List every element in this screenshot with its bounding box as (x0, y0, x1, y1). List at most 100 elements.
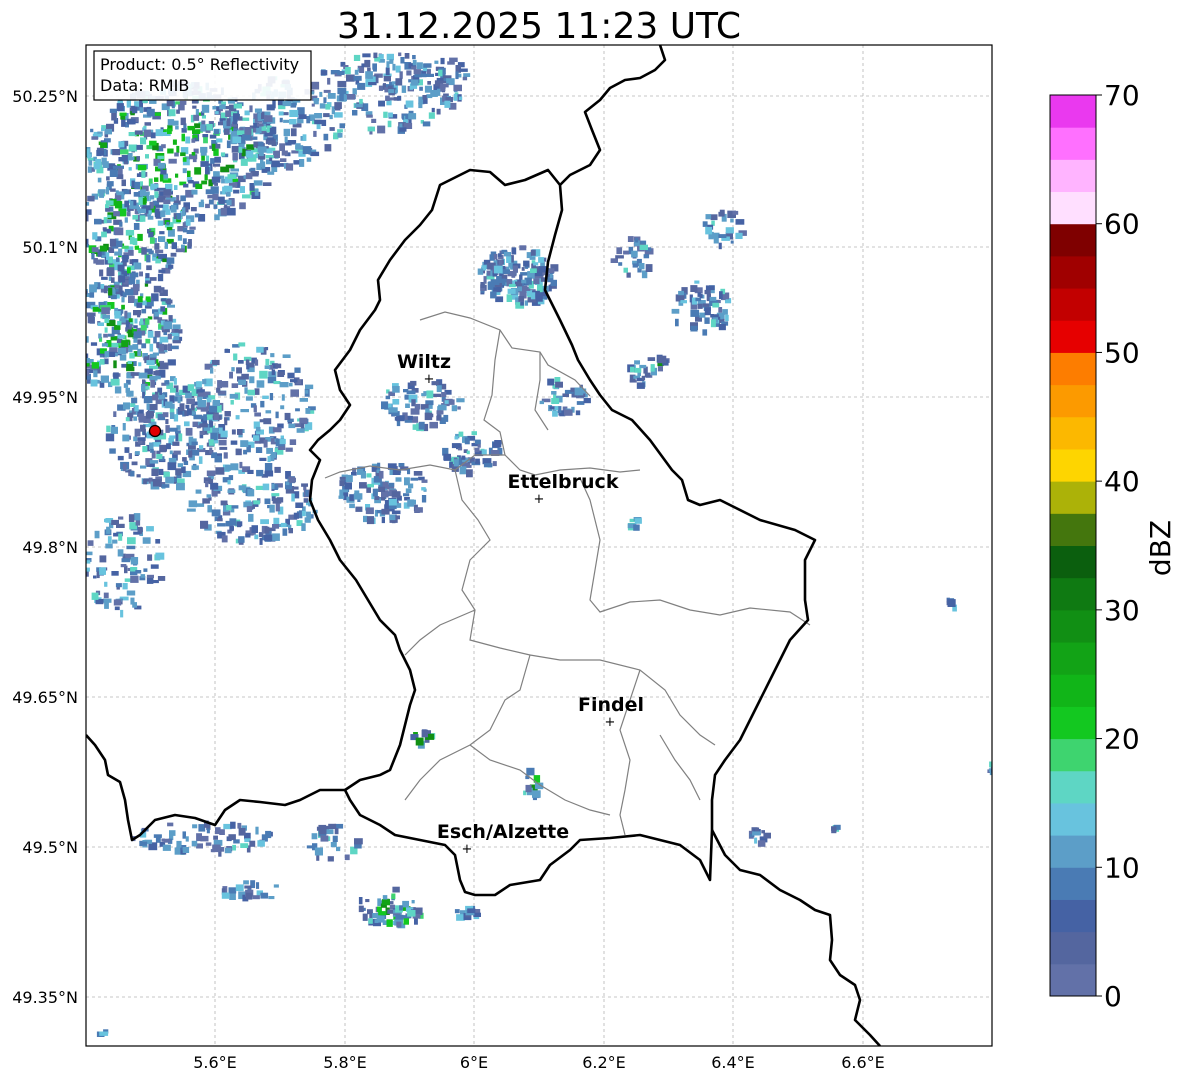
echo-cell (253, 113, 258, 119)
echo-cell (229, 518, 237, 526)
echo-cell (238, 379, 246, 385)
echo-cell (175, 173, 179, 178)
echo-cell (280, 405, 285, 410)
echo-cell (281, 394, 285, 401)
echo-cell (150, 564, 159, 569)
echo-cell (259, 370, 268, 379)
echo-cell (704, 307, 711, 316)
echo-cell (149, 442, 154, 450)
echo-cell (147, 554, 153, 561)
echo-cell (246, 364, 250, 370)
echo-cell (91, 247, 99, 253)
colorbar-swatch (1050, 963, 1096, 997)
echo-cell (170, 252, 177, 257)
echo-cell (365, 899, 370, 903)
echo-cell (128, 318, 133, 323)
echo-cell (718, 234, 727, 238)
echo-cell (163, 199, 171, 204)
echo-cell (337, 129, 343, 133)
echo-cell (196, 503, 205, 507)
echo-cell (191, 465, 199, 470)
echo-cell (225, 110, 231, 117)
data-source-label: Data: RMIB (100, 76, 189, 95)
echo-cell (278, 111, 284, 116)
y-tick-label: 49.95°N (12, 388, 78, 407)
echo-cell (207, 505, 212, 513)
echo-cell (227, 174, 237, 179)
echo-cell (255, 426, 261, 432)
echo-cell (430, 90, 438, 97)
echo-cell (355, 506, 363, 512)
echo-cell (134, 181, 140, 190)
echo-cell (127, 267, 131, 274)
echo-cell (235, 415, 240, 420)
echo-cell (327, 77, 331, 85)
echo-cell (831, 826, 837, 834)
echo-cell (106, 526, 111, 534)
echo-cell (141, 308, 147, 314)
echo-cell (149, 343, 154, 352)
echo-cell (166, 227, 173, 231)
echo-cell (507, 288, 516, 294)
echo-cell (168, 158, 177, 164)
echo-cell (207, 194, 217, 199)
echo-cell (186, 398, 195, 405)
echo-cell (246, 892, 253, 900)
echo-cell (283, 128, 290, 137)
echo-cell (98, 333, 102, 339)
echo-cell (388, 407, 398, 413)
echo-cell (137, 233, 143, 241)
echo-cell (492, 461, 497, 467)
echo-cell (467, 908, 476, 914)
echo-cell (104, 581, 108, 587)
echo-cell (75, 329, 79, 337)
echo-cell (100, 142, 108, 148)
echo-cell (206, 494, 211, 498)
echo-cell (623, 267, 628, 273)
echo-cell (404, 53, 410, 59)
echo-cell (127, 412, 134, 418)
echo-cell (702, 329, 708, 336)
echo-cell (421, 393, 427, 397)
echo-cell (530, 292, 536, 300)
echo-cell (233, 353, 238, 361)
echo-cell (167, 822, 174, 827)
echo-cell (391, 893, 396, 900)
y-axis-ticks: 50.25°N 50.1°N 49.95°N 49.8°N 49.65°N 49… (12, 87, 78, 1007)
echo-cell (154, 177, 159, 182)
echo-cell (374, 496, 380, 500)
echo-cell (90, 128, 94, 133)
echo-cell (518, 296, 525, 302)
echo-cell (285, 447, 293, 452)
echo-cell (153, 479, 162, 487)
echo-cell (288, 528, 293, 534)
echo-cell (124, 310, 128, 319)
echo-cell (143, 129, 151, 137)
echo-cell (150, 195, 155, 200)
echo-cell (239, 186, 245, 193)
echo-cell (388, 89, 395, 94)
echo-cell (120, 609, 124, 618)
echo-cell (265, 410, 272, 414)
echo-cell (160, 298, 167, 302)
echo-cell (172, 139, 177, 145)
echo-cell (104, 351, 110, 358)
echo-cell (504, 252, 511, 257)
echo-cell (128, 295, 135, 303)
echo-cell (97, 177, 102, 183)
echo-cell (384, 87, 389, 93)
echo-cell (154, 311, 159, 317)
echo-cell (164, 380, 170, 385)
echo-cell (133, 331, 142, 339)
echo-cell (244, 885, 252, 889)
colorbar-swatch (1050, 481, 1096, 514)
echo-cell (87, 540, 94, 546)
echo-cell (483, 276, 487, 284)
echo-cell (639, 364, 647, 369)
echo-cell (427, 81, 431, 85)
echo-cell (151, 468, 159, 476)
echo-cell (210, 367, 214, 374)
colorbar-tick-label: 20 (1104, 723, 1140, 756)
echo-cell (192, 129, 201, 134)
echo-cell (296, 428, 305, 433)
